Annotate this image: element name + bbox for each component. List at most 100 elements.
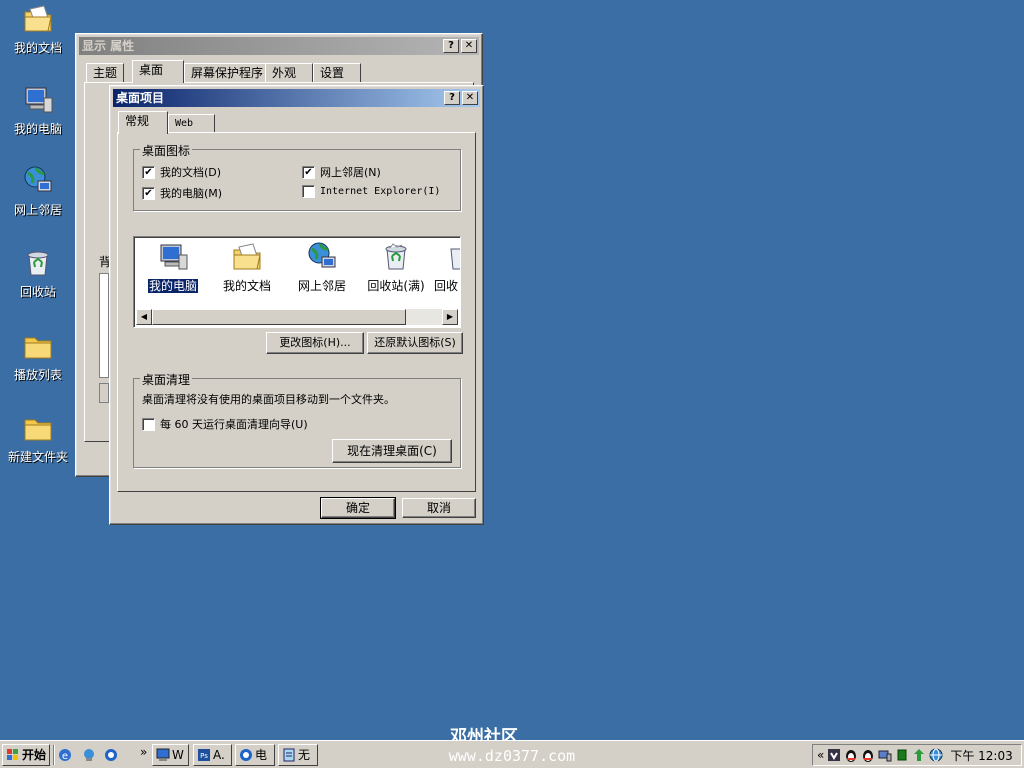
- help-button[interactable]: ?: [443, 39, 459, 53]
- desktop-icon-label: 回收站: [19, 285, 56, 299]
- desktop-items-titlebar[interactable]: 桌面项目 ? ✕: [113, 89, 480, 107]
- desktop-items-dialog: 桌面项目 ? ✕ 常规 Web 桌面图标 ✔ 我的文档(D) ✔ 网上邻居(N) ✔…: [109, 85, 484, 525]
- window-title: 显示 属性: [82, 39, 135, 53]
- qq-icon[interactable]: [104, 748, 118, 762]
- cleanup-now-button[interactable]: 现在清理桌面(C): [332, 439, 452, 463]
- checkbox-box: ✔: [302, 165, 315, 179]
- tab-web[interactable]: Web: [168, 114, 215, 134]
- qq-penguin-icon[interactable]: [861, 748, 875, 762]
- task-label: 电: [255, 748, 268, 762]
- task-button-word[interactable]: W: [152, 744, 189, 766]
- horizontal-scrollbar[interactable]: ◀ ▶: [136, 309, 458, 325]
- checkbox-box: ✔: [142, 165, 155, 179]
- checkbox-label: 我的电脑(M): [160, 187, 223, 200]
- desktop-icon-label: 新建文件夹: [7, 450, 68, 464]
- notepad-icon: [283, 748, 295, 762]
- internet-explorer-icon[interactable]: e: [58, 748, 72, 762]
- list-item-recycle-full[interactable]: 回收站(满): [361, 241, 431, 294]
- list-item-label: 我的电脑: [146, 278, 200, 294]
- scroll-right-icon[interactable]: ▶: [442, 309, 458, 325]
- task-button-notepad[interactable]: 无: [278, 744, 318, 766]
- tab-themes[interactable]: 主题: [86, 63, 125, 83]
- ok-button[interactable]: 确定: [320, 497, 396, 519]
- display-icon[interactable]: [878, 748, 892, 762]
- list-item-my-documents[interactable]: 我的文档: [212, 241, 282, 294]
- desktop-icon-label: 播放列表: [13, 368, 62, 382]
- quicklaunch-chevron-icon[interactable]: »: [140, 745, 147, 759]
- browse-button[interactable]: [99, 383, 109, 403]
- battery-icon[interactable]: [895, 748, 909, 762]
- task-button-photoshop[interactable]: Ps A.: [193, 744, 232, 766]
- checkbox-internet-explorer[interactable]: Internet Explorer(I): [302, 185, 440, 198]
- task-button-qq[interactable]: 电: [235, 744, 275, 766]
- task-label: 无: [298, 748, 311, 762]
- folder-icon: [24, 419, 52, 441]
- checkbox-box: ✔: [142, 186, 155, 200]
- qq-penguin-icon[interactable]: [844, 748, 858, 762]
- start-button[interactable]: 开始: [2, 744, 51, 766]
- desktop-icons-listview[interactable]: 我的电脑 我的文档 网上邻居 回收站(满) 回收 ◀ ▶: [133, 236, 461, 328]
- checkbox-my-computer[interactable]: ✔ 我的电脑(M): [142, 185, 222, 201]
- tab-general[interactable]: 常规: [118, 111, 168, 134]
- desktop-icon-network[interactable]: 网上邻居: [0, 165, 76, 218]
- my-computer-icon: [160, 244, 188, 270]
- group-label: 桌面图标: [140, 142, 193, 159]
- checkbox-label: 每 60 天运行桌面清理向导(U): [160, 418, 308, 431]
- close-button[interactable]: ✕: [461, 39, 477, 53]
- task-label: W: [172, 748, 184, 762]
- checkbox-label: 我的文档(D): [160, 166, 222, 179]
- checkbox-network-places[interactable]: ✔ 网上邻居(N): [302, 164, 381, 180]
- network-arrow-icon[interactable]: [912, 748, 926, 762]
- list-item-recycle-empty[interactable]: 回收: [434, 241, 460, 294]
- display-properties-titlebar[interactable]: 显示 属性 ? ✕: [79, 37, 479, 55]
- checkbox-label: 网上邻居(N): [320, 166, 381, 179]
- desktop-icon-label: 我的文档: [13, 41, 62, 55]
- desktop-icon-my-documents[interactable]: 我的文档: [0, 3, 76, 56]
- task-label: A.: [213, 748, 225, 762]
- tab-screensaver[interactable]: 屏幕保护程序: [184, 63, 271, 83]
- folder-icon: [24, 337, 52, 359]
- change-icon-button[interactable]: 更改图标(H)...: [266, 332, 364, 354]
- computer-icon: [156, 748, 170, 761]
- globe-icon[interactable]: [929, 748, 943, 762]
- watermark-url: www.dz0377.com: [448, 747, 576, 765]
- list-item-my-computer[interactable]: 我的电脑: [138, 241, 208, 294]
- scroll-thumb[interactable]: [152, 309, 406, 325]
- taskbar-divider: [53, 745, 55, 765]
- network-icon[interactable]: [82, 748, 96, 762]
- background-list[interactable]: [99, 273, 109, 378]
- recycle-bin-icon: [450, 248, 460, 270]
- desktop-icon-new-folder[interactable]: 新建文件夹: [0, 412, 76, 465]
- tab-appearance[interactable]: 外观: [265, 63, 313, 83]
- restore-default-button[interactable]: 还原默认图标(S): [367, 332, 463, 354]
- start-label: 开始: [22, 748, 47, 762]
- windows-logo-icon: [7, 749, 18, 760]
- svg-text:e: e: [62, 751, 68, 762]
- tab-settings[interactable]: 设置: [313, 63, 361, 83]
- checkbox-cleanup-wizard[interactable]: 每 60 天运行桌面清理向导(U): [142, 416, 308, 432]
- desktop-icon-recycle-bin[interactable]: 回收站: [0, 247, 76, 300]
- help-button[interactable]: ?: [444, 91, 460, 105]
- list-item-label: 回收站(满): [367, 279, 425, 293]
- scroll-left-icon[interactable]: ◀: [136, 309, 152, 325]
- cancel-button[interactable]: 取消: [402, 498, 476, 518]
- dialog-title: 桌面项目: [116, 91, 165, 105]
- clock[interactable]: 下午 12:03: [950, 747, 1012, 764]
- recycle-bin-full-icon: [385, 243, 407, 270]
- tray-chevron-icon[interactable]: «: [817, 748, 824, 762]
- my-computer-icon: [25, 87, 53, 113]
- desktop-icon-my-computer[interactable]: 我的电脑: [0, 84, 76, 137]
- checkbox-my-documents[interactable]: ✔ 我的文档(D): [142, 164, 221, 180]
- tab-desktop[interactable]: 桌面: [132, 60, 184, 83]
- group-label: 桌面清理: [140, 371, 193, 388]
- desktop-cleanup-group: 桌面清理 桌面清理将没有使用的桌面项目移动到一个文件夹。 每 60 天运行桌面清…: [133, 371, 461, 468]
- close-button[interactable]: ✕: [462, 91, 478, 105]
- system-tray: « 下午 12:03: [812, 744, 1022, 766]
- shield-icon[interactable]: [827, 748, 841, 762]
- desktop-icon-label: 网上邻居: [13, 203, 62, 217]
- desktop-icon-playlist[interactable]: 播放列表: [0, 330, 76, 383]
- checkbox-box: [302, 185, 315, 198]
- recycle-bin-icon: [27, 251, 49, 276]
- list-item-network[interactable]: 网上邻居: [287, 241, 357, 294]
- general-tab-panel: 桌面图标 ✔ 我的文档(D) ✔ 网上邻居(N) ✔ 我的电脑(M) Internet…: [117, 132, 476, 492]
